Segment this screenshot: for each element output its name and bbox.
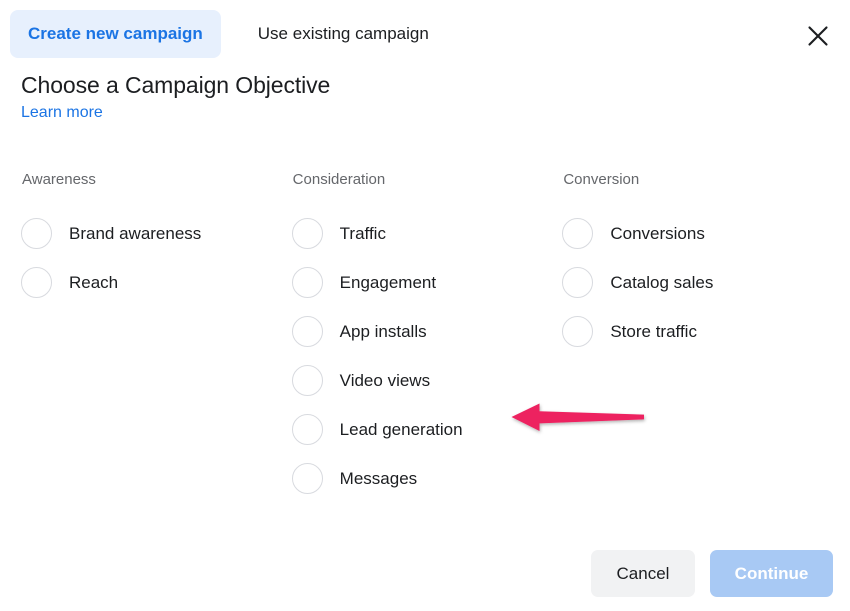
radio-button-icon[interactable] [562, 267, 593, 298]
column-header-conversion: Conversion [562, 170, 833, 190]
learn-more-link[interactable]: Learn more [21, 102, 103, 124]
campaign-objective-dialog: Create new campaign Use existing campaig… [0, 0, 850, 611]
tab-create-new-campaign[interactable]: Create new campaign [10, 10, 221, 58]
radio-button-icon[interactable] [21, 267, 52, 298]
option-list-conversion: Conversions Catalog sales Store traffic [562, 209, 833, 356]
dialog-footer: Cancel Continue [0, 550, 833, 597]
close-button[interactable] [800, 18, 836, 54]
option-label: Brand awareness [69, 223, 201, 245]
option-label: Messages [340, 468, 417, 490]
radio-button-icon[interactable] [292, 267, 323, 298]
continue-button[interactable]: Continue [710, 550, 833, 597]
column-consideration: Consideration Traffic Engagement App ins… [292, 170, 563, 503]
option-label: Conversions [610, 223, 705, 245]
option-label: Engagement [340, 272, 436, 294]
option-label: Catalog sales [610, 272, 713, 294]
tab-use-existing-campaign[interactable]: Use existing campaign [240, 10, 447, 58]
column-conversion: Conversion Conversions Catalog sales Sto… [562, 170, 833, 503]
option-label: Video views [340, 370, 430, 392]
option-app-installs[interactable]: App installs [292, 307, 563, 356]
option-label: Lead generation [340, 419, 463, 441]
close-icon [807, 25, 829, 47]
option-video-views[interactable]: Video views [292, 356, 563, 405]
option-engagement[interactable]: Engagement [292, 258, 563, 307]
option-messages[interactable]: Messages [292, 454, 563, 503]
option-lead-generation[interactable]: Lead generation [292, 405, 563, 454]
column-header-consideration: Consideration [292, 170, 563, 190]
radio-button-icon[interactable] [292, 365, 323, 396]
cancel-button[interactable]: Cancel [591, 550, 695, 597]
page-title: Choose a Campaign Objective [21, 70, 330, 100]
option-label: App installs [340, 321, 427, 343]
column-header-awareness: Awareness [21, 170, 292, 190]
objective-columns: Awareness Brand awareness Reach Consider… [21, 170, 833, 503]
radio-button-icon[interactable] [562, 316, 593, 347]
radio-button-icon[interactable] [562, 218, 593, 249]
radio-button-icon[interactable] [292, 218, 323, 249]
radio-button-icon[interactable] [292, 316, 323, 347]
option-store-traffic[interactable]: Store traffic [562, 307, 833, 356]
option-label: Reach [69, 272, 118, 294]
option-brand-awareness[interactable]: Brand awareness [21, 209, 292, 258]
option-reach[interactable]: Reach [21, 258, 292, 307]
option-list-consideration: Traffic Engagement App installs Video vi… [292, 209, 563, 503]
radio-button-icon[interactable] [21, 218, 52, 249]
option-list-awareness: Brand awareness Reach [21, 209, 292, 307]
radio-button-icon[interactable] [292, 414, 323, 445]
title-block: Choose a Campaign Objective Learn more [21, 70, 330, 124]
option-catalog-sales[interactable]: Catalog sales [562, 258, 833, 307]
option-conversions[interactable]: Conversions [562, 209, 833, 258]
option-label: Traffic [340, 223, 386, 245]
option-label: Store traffic [610, 321, 697, 343]
radio-button-icon[interactable] [292, 463, 323, 494]
dialog-tabs: Create new campaign Use existing campaig… [10, 10, 447, 58]
column-awareness: Awareness Brand awareness Reach [21, 170, 292, 503]
option-traffic[interactable]: Traffic [292, 209, 563, 258]
